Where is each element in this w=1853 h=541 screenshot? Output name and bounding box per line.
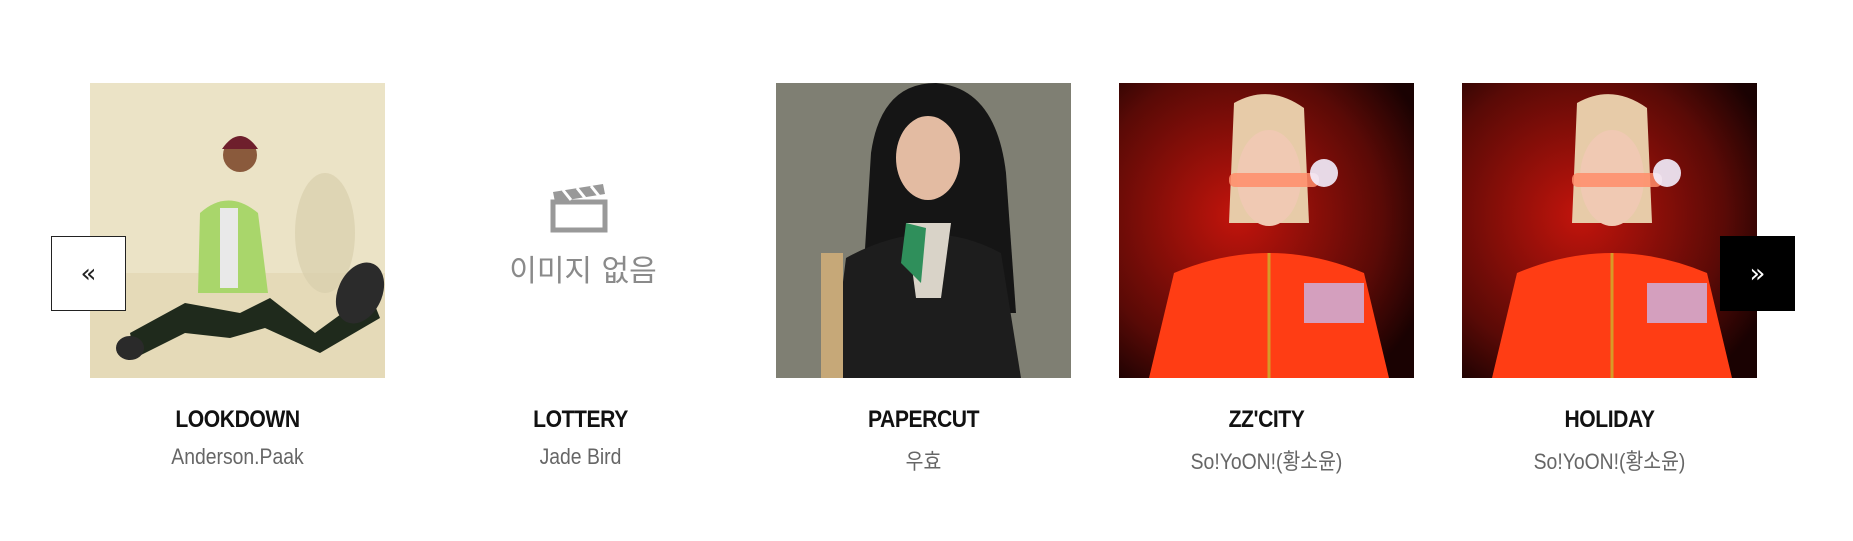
album-cover-image[interactable]: [90, 83, 385, 378]
album-artist: 우효: [905, 449, 942, 474]
album-card[interactable]: 이미지 없음 LOTTERY Jade Bird: [433, 83, 728, 470]
no-image-placeholder: 이미지 없음: [433, 83, 728, 378]
placeholder-text: 이미지 없음: [509, 254, 657, 289]
album-cover-image[interactable]: 이미지 없음: [433, 83, 728, 378]
album-cover-image[interactable]: [1119, 83, 1414, 378]
album-cover-image[interactable]: [1462, 83, 1757, 378]
album-title: ZZ'CITY: [1228, 406, 1305, 433]
carousel-track: LOOKDOWN Anderson.Paak 이미지 없음 LOTTERY Ja…: [0, 83, 1853, 503]
artist-photo: [90, 83, 385, 378]
album-title: PAPERCUT: [867, 406, 980, 433]
double-chevron-left-icon: «: [80, 258, 97, 289]
artist-photo: [1462, 83, 1757, 378]
album-card[interactable]: PAPERCUT 우효: [776, 83, 1071, 476]
album-carousel: LOOKDOWN Anderson.Paak 이미지 없음 LOTTERY Ja…: [0, 0, 1853, 541]
album-cover-image[interactable]: [776, 83, 1071, 378]
carousel-next-button[interactable]: »: [1720, 236, 1795, 311]
album-artist: So!YoON!(황소윤): [1190, 449, 1343, 474]
album-card[interactable]: ZZ'CITY So!YoON!(황소윤): [1119, 83, 1414, 476]
carousel-prev-button[interactable]: «: [51, 236, 126, 311]
artist-photo: [1119, 83, 1414, 378]
double-chevron-right-icon: »: [1749, 258, 1766, 289]
album-title: HOLIDAY: [1564, 406, 1655, 433]
album-title: LOOKDOWN: [175, 406, 300, 433]
album-title: LOTTERY: [533, 406, 628, 433]
album-artist: So!YoON!(황소윤): [1533, 449, 1686, 474]
artist-photo: [776, 83, 1071, 378]
album-artist: Anderson.Paak: [171, 444, 304, 469]
album-card[interactable]: HOLIDAY So!YoON!(황소윤): [1462, 83, 1757, 476]
album-artist: Jade Bird: [539, 444, 622, 469]
album-card[interactable]: LOOKDOWN Anderson.Paak: [90, 83, 385, 470]
